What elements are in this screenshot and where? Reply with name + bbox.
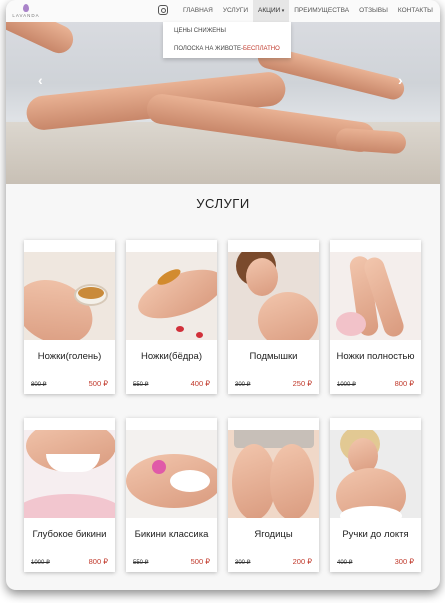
new-price: 400 ₽ [190,379,210,388]
service-title: Ягодицы [254,529,293,540]
chevron-right-icon[interactable]: › [398,72,403,88]
service-photo-shape [246,258,278,296]
new-price: 250 ₽ [292,379,312,388]
service-image [126,430,217,518]
new-price: 500 ₽ [190,557,210,566]
service-photo-shape [78,287,104,299]
nav-item-promotions-label: АКЦИИ [258,7,281,14]
service-photo-shape [46,454,100,472]
main-nav: ГЛАВНАЯ УСЛУГИ АКЦИИ ▾ ПРЕИМУЩЕСТВА ОТЗЫ… [178,0,438,22]
service-photo-shape [196,332,203,338]
promotions-dropdown: ЦЕНЫ СНИЖЕНЫ ПОЛОСКА НА ЖИВОТЕ-БЕСПЛАТНО [163,22,291,58]
service-title: Ножки(бёдра) [140,351,203,362]
lavender-drop-icon [23,4,29,12]
dropdown-item-price-cut[interactable]: ЦЕНЫ СНИЖЕНЫ [163,22,291,40]
old-price: 1000 ₽ [337,382,356,388]
service-image [330,252,421,340]
dropdown-item-free-strip[interactable]: ПОЛОСКА НА ЖИВОТЕ-БЕСПЛАТНО [163,40,291,58]
service-title: Подмышки [249,351,298,362]
service-title: Глубокое бикини [32,529,107,540]
service-card[interactable]: Ножки полностью 1000 ₽ 800 ₽ [330,240,421,394]
nav-item-contacts[interactable]: КОНТАКТЫ [393,0,438,22]
new-price: 200 ₽ [292,557,312,566]
service-title: Ножки(голень) [37,351,102,362]
service-photo-shape [176,326,184,332]
instagram-icon[interactable] [158,5,168,15]
service-title: Ручки до локтя [342,529,409,540]
service-photo-shape [170,470,210,492]
service-card[interactable]: Ножки(бёдра) 550 ₽ 400 ₽ [126,240,217,394]
service-image [228,430,319,518]
service-photo-shape [336,312,366,336]
new-price: 500 ₽ [88,379,108,388]
nav-item-promotions[interactable]: АКЦИИ ▾ [253,0,290,22]
nav-item-reviews[interactable]: ОТЗЫВЫ [354,0,393,22]
dropdown-item-free-strip-label: ПОЛОСКА НА ЖИВОТЕ- [174,46,244,52]
service-card[interactable]: Ножки(голень) 800 ₽ 500 ₽ [24,240,115,394]
service-image [24,430,115,518]
service-photo-shape [24,494,115,518]
old-price: 550 ₽ [133,382,149,388]
nav-item-advantages[interactable]: ПРЕИМУЩЕСТВА [289,0,354,22]
service-title: Ножки полностью [336,351,415,362]
free-label: БЕСПЛАТНО [243,46,280,52]
new-price: 300 ₽ [394,557,414,566]
top-navbar: LAVANDA ГЛАВНАЯ УСЛУГИ АКЦИИ ▾ ПРЕИМУЩЕС… [6,0,440,22]
old-price: 300 ₽ [235,560,251,566]
new-price: 800 ₽ [394,379,414,388]
service-image [330,430,421,518]
page-frame: LAVANDA ГЛАВНАЯ УСЛУГИ АКЦИИ ▾ ПРЕИМУЩЕС… [6,0,440,590]
flower-icon [152,460,166,474]
new-price: 800 ₽ [88,557,108,566]
service-card[interactable]: Бикини классика 550 ₽ 500 ₽ [126,418,217,572]
service-image [228,252,319,340]
chevron-left-icon[interactable]: ‹ [38,72,43,88]
service-image [126,252,217,340]
nav-item-services[interactable]: УСЛУГИ [218,0,253,22]
old-price: 300 ₽ [235,382,251,388]
old-price: 400 ₽ [337,560,353,566]
service-photo-shape [258,292,318,340]
logo-text: LAVANDA [12,13,40,18]
old-price: 550 ₽ [133,560,149,566]
service-card[interactable]: Глубокое бикини 1000 ₽ 800 ₽ [24,418,115,572]
service-card[interactable]: Ручки до локтя 400 ₽ 300 ₽ [330,418,421,572]
hero-leg-shape [6,22,78,58]
nav-item-home[interactable]: ГЛАВНАЯ [178,0,218,22]
logo[interactable]: LAVANDA [11,4,41,18]
old-price: 800 ₽ [31,382,47,388]
old-price: 1000 ₽ [31,560,50,566]
service-card[interactable]: Ягодицы 300 ₽ 200 ₽ [228,418,319,572]
caret-down-icon: ▾ [280,8,285,14]
service-card[interactable]: Подмышки 300 ₽ 250 ₽ [228,240,319,394]
service-image [24,252,115,340]
service-title: Бикини классика [134,529,209,540]
section-title: УСЛУГИ [196,196,250,211]
service-photo-shape [270,444,314,518]
